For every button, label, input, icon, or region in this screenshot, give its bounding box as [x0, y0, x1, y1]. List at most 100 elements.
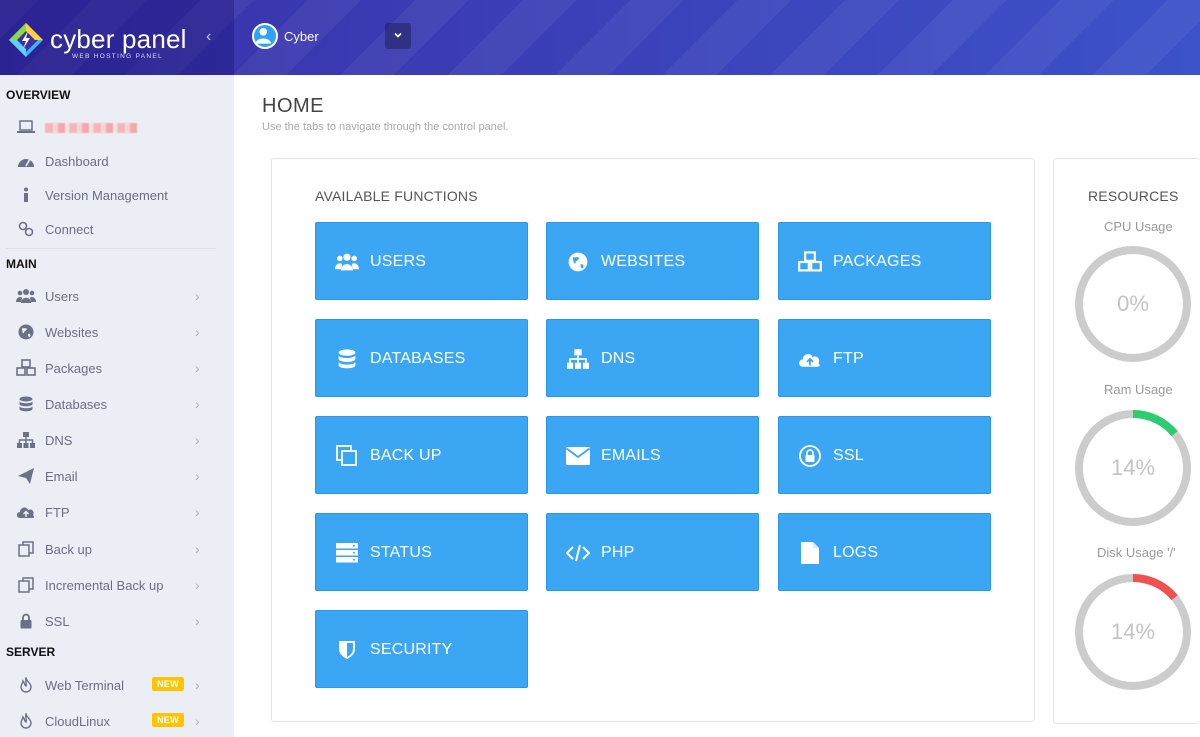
sidebar-item-connect[interactable]: Connect: [0, 211, 234, 247]
sidebar-item-users[interactable]: Users ›: [0, 278, 234, 314]
redacted-ip: [45, 123, 137, 133]
sidebar-item-label: Dashboard: [45, 153, 109, 169]
sidebar-item-databases[interactable]: Databases ›: [0, 386, 234, 422]
brand-name: cyber panel: [50, 24, 187, 54]
cpu-usage-label: CPU Usage: [1104, 219, 1173, 234]
sidebar-item-label: Users: [45, 288, 79, 304]
websites-button[interactable]: WEBSITES: [546, 222, 759, 300]
chevron-down-icon: [394, 32, 402, 38]
status-button[interactable]: STATUS: [315, 513, 528, 591]
button-label: DNS: [601, 350, 636, 367]
sidebar-item-websites[interactable]: Websites ›: [0, 314, 234, 350]
cubes-icon: [16, 358, 36, 378]
lock-icon: [16, 611, 36, 631]
backup-button[interactable]: BACK UP: [315, 416, 528, 494]
user-name[interactable]: Cyber: [284, 29, 319, 44]
sidebar-section-main: MAIN: [6, 257, 37, 271]
sidebar-item-label: SSL: [45, 613, 70, 629]
sidebar-item-label: Web Terminal: [45, 677, 124, 693]
server-icon: [335, 541, 359, 565]
chevron-right-icon: ›: [195, 324, 200, 340]
page-title: HOME: [262, 95, 324, 117]
sidebar-item-ssl[interactable]: SSL ›: [0, 603, 234, 639]
link-icon: [16, 219, 36, 239]
button-label: BACK UP: [370, 447, 442, 464]
sidebar-item-dashboard[interactable]: Dashboard: [0, 143, 234, 179]
php-button[interactable]: PHP: [546, 513, 759, 591]
copy-icon: [16, 575, 36, 595]
ftp-button[interactable]: FTP: [778, 319, 991, 397]
laptop-icon: [16, 117, 36, 137]
chevron-right-icon: ›: [195, 677, 200, 693]
sidebar-collapse-icon[interactable]: ‹: [206, 28, 211, 46]
button-label: DATABASES: [370, 350, 466, 367]
code-icon: [566, 541, 590, 565]
cpu-usage-value: 0%: [1117, 291, 1149, 316]
sitemap-icon: [16, 430, 36, 450]
button-label: USERS: [370, 253, 427, 270]
sidebar-item-label: Connect: [45, 221, 94, 237]
chevron-right-icon: ›: [195, 360, 200, 376]
button-label: PHP: [601, 544, 635, 561]
button-label: PACKAGES: [833, 253, 922, 270]
sidebar-item-label: DNS: [45, 432, 73, 448]
sidebar-item-web-terminal[interactable]: Web Terminal NEW ›: [0, 667, 234, 703]
globe-icon: [16, 322, 36, 342]
chevron-right-icon: ›: [195, 541, 200, 557]
emails-button[interactable]: EMAILS: [546, 416, 759, 494]
sidebar-item-incremental-backup[interactable]: Incremental Back up ›: [0, 567, 234, 603]
chevron-right-icon: ›: [195, 468, 200, 484]
security-button[interactable]: SECURITY: [315, 610, 528, 688]
sidebar-item-version-management[interactable]: Version Management: [0, 177, 234, 213]
sidebar-item-cloudlinux[interactable]: CloudLinux NEW ›: [0, 703, 234, 737]
disk-usage-label: Disk Usage '/': [1097, 545, 1176, 560]
dns-button[interactable]: DNS: [546, 319, 759, 397]
sidebar-item-label: Back up: [45, 541, 92, 557]
sidebar-item-email[interactable]: Email ›: [0, 458, 234, 494]
database-icon: [335, 347, 359, 371]
user-avatar[interactable]: [252, 23, 278, 49]
users-button[interactable]: USERS: [315, 222, 528, 300]
button-label: EMAILS: [601, 447, 661, 464]
globe-icon: [566, 250, 590, 274]
button-label: STATUS: [370, 544, 432, 561]
sidebar-item-ftp[interactable]: FTP ›: [0, 494, 234, 530]
user-dropdown-button[interactable]: [385, 23, 411, 49]
sidebar-item-label: Websites: [45, 324, 99, 340]
chevron-right-icon: ›: [195, 288, 200, 304]
sidebar-section-overview: OVERVIEW: [6, 88, 71, 102]
button-label: SSL: [833, 447, 864, 464]
sidebar-item-server-ip[interactable]: [0, 109, 234, 145]
shield-icon: [335, 638, 359, 662]
logs-button[interactable]: LOGS: [778, 513, 991, 591]
fire-icon: [16, 675, 36, 695]
sidebar-item-backup[interactable]: Back up ›: [0, 531, 234, 567]
info-icon: [16, 185, 36, 205]
sidebar-item-dns[interactable]: DNS ›: [0, 422, 234, 458]
ram-usage-value: 14%: [1110, 455, 1156, 480]
ssl-button[interactable]: SSL: [778, 416, 991, 494]
sidebar-item-label: Version Management: [45, 187, 168, 203]
top-header: cyber panel WEB HOSTING PANEL ‹ Cyber: [0, 0, 1200, 75]
sidebar-item-label: Incremental Back up: [45, 577, 164, 593]
cloud-upload-icon: [16, 502, 36, 522]
sidebar: OVERVIEW Dashboard Version Management Co…: [0, 75, 234, 737]
packages-button[interactable]: PACKAGES: [778, 222, 991, 300]
brand-area: cyber panel WEB HOSTING PANEL ‹: [0, 0, 234, 75]
chevron-right-icon: ›: [195, 504, 200, 520]
button-label: LOGS: [833, 544, 879, 561]
file-icon: [798, 541, 822, 565]
cloud-upload-icon: [798, 347, 822, 371]
sidebar-item-packages[interactable]: Packages ›: [0, 350, 234, 386]
databases-button[interactable]: DATABASES: [315, 319, 528, 397]
fire-icon: [16, 711, 36, 731]
button-label: SECURITY: [370, 641, 453, 658]
cyberpanel-logo-icon: [9, 23, 43, 57]
chevron-right-icon: ›: [195, 396, 200, 412]
cubes-icon: [798, 250, 822, 274]
dashboard-icon: [16, 151, 36, 171]
sidebar-item-label: Databases: [45, 396, 108, 412]
sitemap-icon: [566, 347, 590, 371]
new-badge: NEW: [152, 713, 184, 727]
resources-title: RESOURCES: [1088, 188, 1179, 204]
